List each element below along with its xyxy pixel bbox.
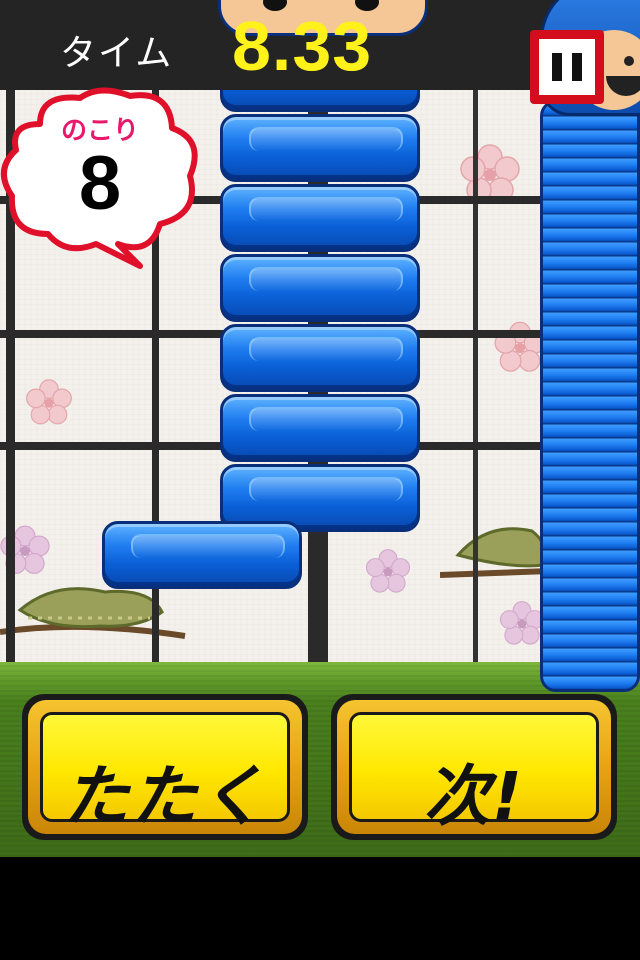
stack-block — [220, 254, 420, 322]
stack-block — [220, 394, 420, 462]
button-face: たたく — [40, 712, 290, 835]
time-value: 8.33 — [232, 7, 373, 85]
next-button[interactable]: 次! — [331, 694, 617, 840]
stack-block — [220, 114, 420, 182]
pause-bar — [552, 53, 562, 81]
pause-icon — [539, 39, 595, 95]
next-button-label: 次! — [423, 758, 525, 835]
hit-button-label: たたく — [63, 758, 267, 835]
hit-button[interactable]: たたく — [22, 694, 308, 840]
pause-bar — [572, 53, 582, 81]
sliding-block — [102, 521, 302, 589]
stack-block — [220, 324, 420, 392]
cherry-blossom-icon — [26, 379, 72, 425]
opponent-eye — [624, 56, 634, 66]
opponent-tower — [540, 100, 640, 692]
button-face: 次! — [349, 712, 599, 835]
time-label: タイム — [60, 33, 174, 74]
cherry-blossom-icon — [365, 549, 411, 593]
stack-block — [220, 184, 420, 252]
remaining-count: 8 — [78, 141, 122, 226]
pine-branch-icon — [440, 527, 550, 578]
pause-button[interactable] — [530, 30, 604, 104]
shoji-frame — [473, 90, 478, 680]
